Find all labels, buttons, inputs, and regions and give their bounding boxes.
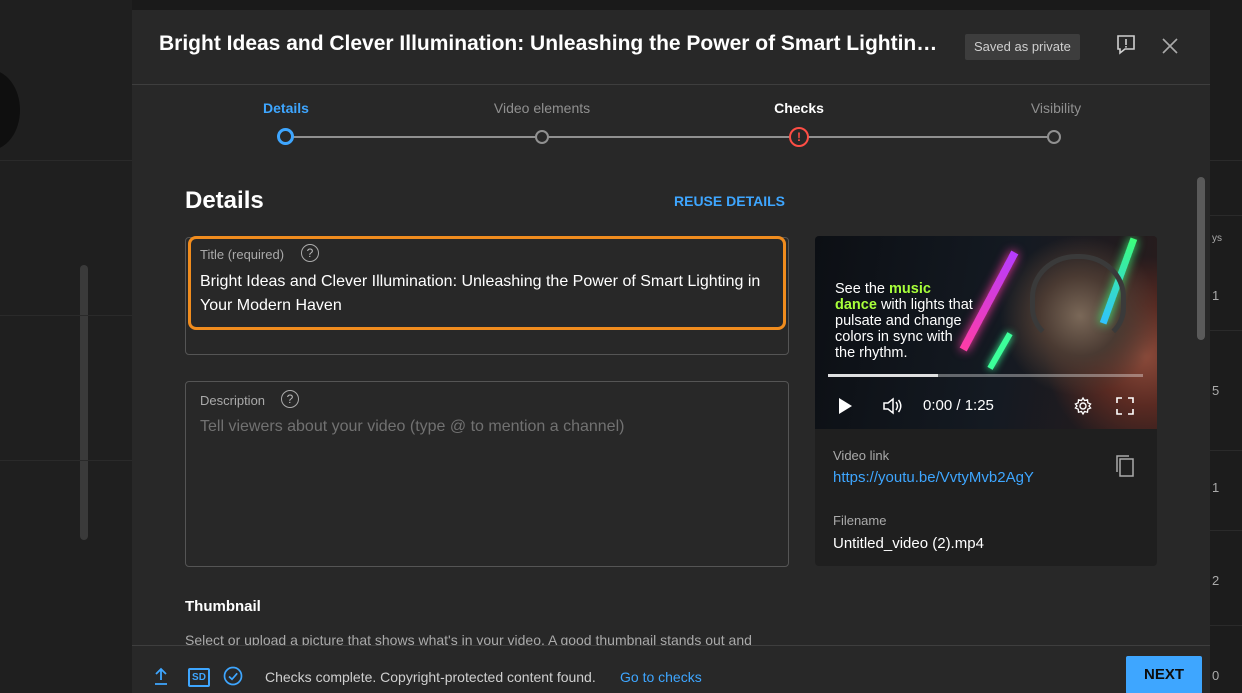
background-divider — [0, 460, 132, 461]
background-divider — [1210, 450, 1242, 451]
upload-details-dialog: Bright Ideas and Clever Illumination: Un… — [132, 10, 1210, 693]
progress-buffered — [828, 374, 939, 377]
video-time: 0:00 / 1:25 — [923, 397, 994, 414]
dialog-scrollbar[interactable] — [1197, 177, 1205, 340]
background-value: 2 — [1212, 573, 1220, 588]
thumbnail-heading: Thumbnail — [185, 598, 261, 615]
background-scrollbar — [80, 265, 88, 540]
dialog-footer: SD Checks complete. Copyright-protected … — [132, 645, 1210, 693]
next-button[interactable]: NEXT — [1126, 656, 1202, 693]
go-to-checks-link[interactable]: Go to checks — [620, 669, 702, 685]
help-icon[interactable]: ? — [301, 244, 319, 262]
footer-status: Checks complete. Copyright-protected con… — [265, 669, 596, 685]
description-label: Description — [200, 393, 266, 408]
title-input[interactable]: Bright Ideas and Clever Illumination: Un… — [200, 270, 780, 318]
headphones-graphic — [1030, 254, 1126, 344]
description-input[interactable]: Tell viewers about your video (type @ to… — [200, 418, 624, 436]
settings-icon[interactable] — [1073, 396, 1093, 416]
background-left-panel — [0, 0, 132, 693]
title-label: Title (required) — [200, 247, 285, 262]
checks-complete-icon[interactable] — [223, 666, 243, 686]
neon-light — [987, 332, 1013, 370]
background-right-panel — [1210, 0, 1242, 693]
video-link-label: Video link — [833, 448, 890, 463]
background-value: 1 — [1212, 288, 1220, 303]
filename-label: Filename — [833, 513, 887, 528]
page-title: Details — [185, 187, 264, 214]
caption-text: See the — [835, 281, 890, 297]
play-icon[interactable] — [839, 398, 852, 414]
background-divider — [0, 315, 132, 316]
background-divider — [1210, 330, 1242, 331]
background-divider — [1210, 160, 1242, 161]
video-link[interactable]: https://youtu.be/VvtyMvb2AgY — [833, 469, 1034, 486]
description-field[interactable] — [185, 381, 789, 567]
background-value: 1 — [1212, 480, 1220, 495]
dialog-content: Details REUSE DETAILS Title (required) ?… — [132, 10, 1210, 693]
background-divider — [1210, 625, 1242, 626]
background-column-header: ys — [1212, 233, 1222, 244]
background-value: 5 — [1212, 383, 1220, 398]
video-preview-card: See the music dance with lights that pul… — [815, 236, 1157, 566]
background-divider — [0, 160, 132, 161]
sd-badge[interactable]: SD — [188, 668, 210, 687]
background-value: 0 — [1212, 668, 1220, 683]
volume-icon[interactable] — [881, 395, 905, 417]
copy-icon[interactable] — [1115, 454, 1135, 478]
filename-value: Untitled_video (2).mp4 — [833, 535, 984, 552]
fullscreen-icon[interactable] — [1115, 396, 1135, 416]
video-player[interactable]: See the music dance with lights that pul… — [815, 236, 1157, 429]
background-divider — [1210, 530, 1242, 531]
upload-icon[interactable] — [153, 666, 169, 686]
reuse-details-button[interactable]: REUSE DETAILS — [674, 193, 785, 209]
background-divider — [1210, 215, 1242, 216]
video-caption: See the music dance with lights that pul… — [835, 281, 975, 361]
help-icon[interactable]: ? — [281, 390, 299, 408]
video-progress-bar[interactable] — [828, 374, 1143, 377]
